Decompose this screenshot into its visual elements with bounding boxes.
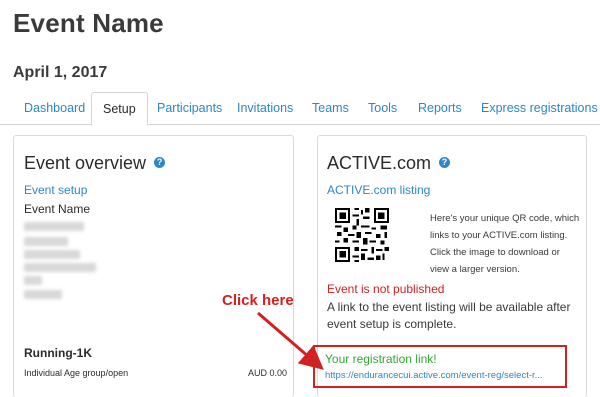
tab-express-registrations[interactable]: Express registrations [481, 92, 598, 125]
question-circle-icon[interactable]: ? [439, 156, 451, 168]
race-category: Individual Age group/open [24, 368, 129, 378]
active-listing-link[interactable]: ACTIVE.com listing [327, 183, 430, 197]
tab-teams[interactable]: Teams [312, 92, 349, 125]
tab-bar: Dashboard Setup Participants Invitations… [0, 92, 600, 126]
redacted-text [24, 250, 80, 259]
race-price: AUD 0.00 [248, 368, 288, 378]
redacted-text [24, 263, 96, 272]
event-name-label: Event Name [24, 202, 91, 216]
tab-dashboard[interactable]: Dashboard [24, 92, 85, 125]
event-title: Event Name [13, 8, 164, 38]
redacted-text [24, 222, 84, 231]
redacted-text [24, 276, 42, 285]
active-com-heading: ACTIVE.com? [327, 153, 451, 174]
status-not-published: Event is not published [327, 282, 445, 296]
qr-code-image[interactable] [335, 208, 389, 262]
registration-link-url[interactable]: https://endurancecui.active.com/event-re… [325, 370, 543, 381]
tab-tools[interactable]: Tools [368, 92, 397, 125]
registration-link-box: Your registration link! https://enduranc… [313, 345, 567, 388]
tab-invitations[interactable]: Invitations [237, 92, 293, 125]
event-date: April 1, 2017 [13, 64, 108, 81]
question-circle-icon[interactable]: ? [154, 156, 166, 168]
tab-reports[interactable]: Reports [418, 92, 462, 125]
redacted-text [24, 290, 62, 299]
listing-note: A link to the event listing will be avai… [327, 300, 571, 331]
qr-description: Here's your unique QR code, which links … [430, 213, 580, 275]
click-here-annotation: Click here [222, 292, 294, 309]
event-setup-link[interactable]: Event setup [24, 183, 87, 197]
tab-setup[interactable]: Setup [91, 92, 148, 126]
event-overview-heading: Event overview? [24, 153, 166, 174]
redacted-text [24, 237, 68, 246]
race-name: Running-1K [24, 346, 92, 360]
tab-participants[interactable]: Participants [157, 92, 222, 125]
event-overview-card: Event overview? Event setup Event Name R… [13, 135, 294, 397]
registration-link-label: Your registration link! [325, 352, 437, 366]
